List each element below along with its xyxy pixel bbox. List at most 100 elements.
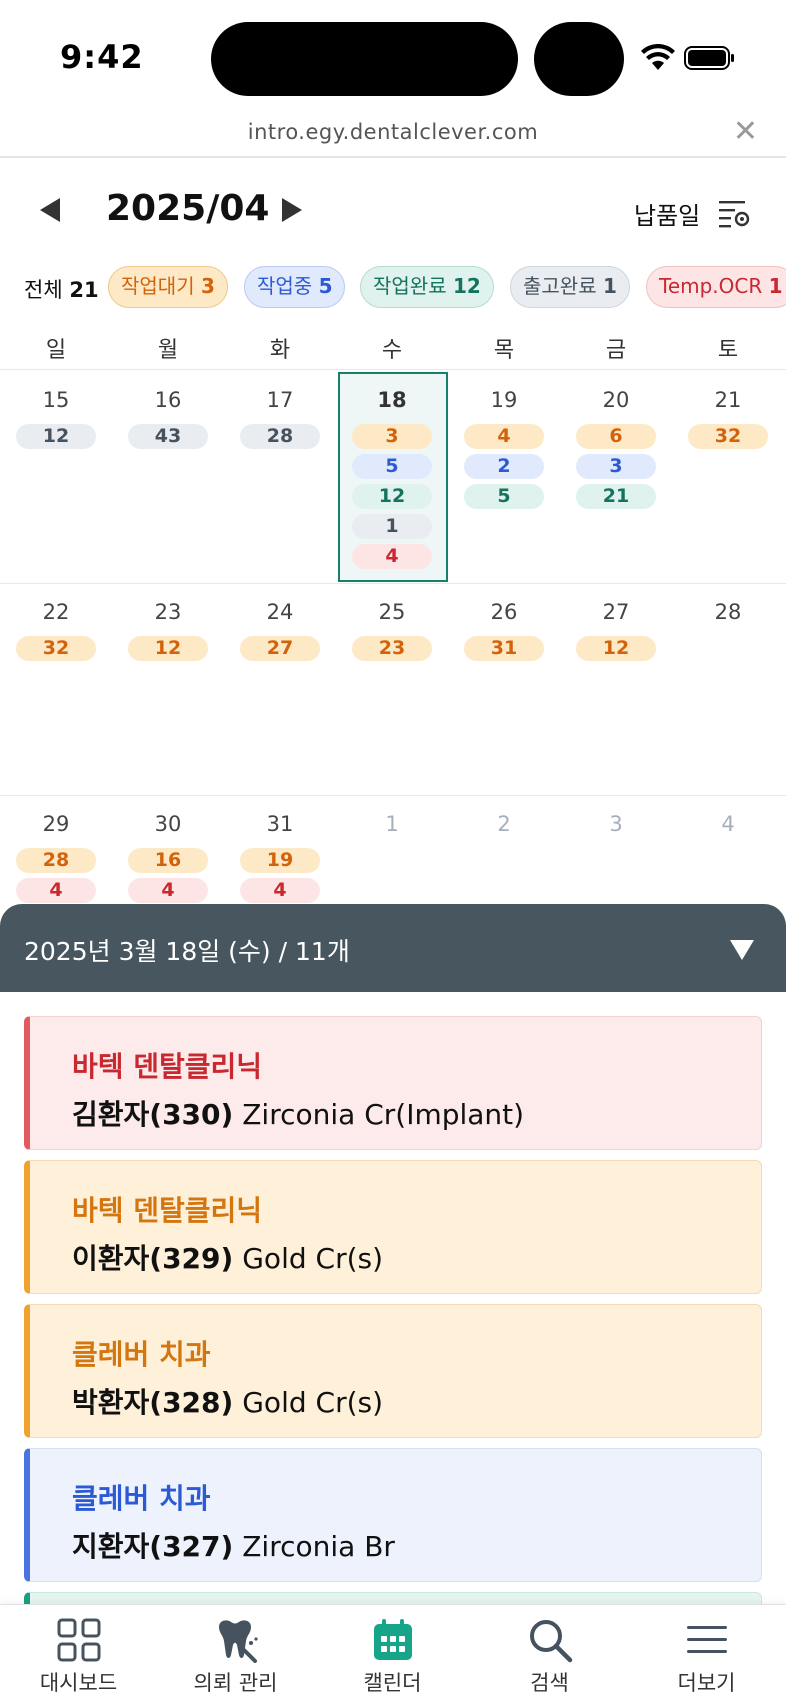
month-title: 2025/04 <box>106 188 270 229</box>
calendar-day-cell[interactable]: 22 32 <box>0 584 112 796</box>
order-clinic: 바텍 덴탈클리닉 <box>72 1050 263 1083</box>
next-month-icon[interactable] <box>282 198 302 222</box>
chip-in-progress[interactable]: 작업중 5 <box>244 266 346 308</box>
order-card[interactable]: 클레버 치과 지환자(327) Zirconia Br <box>24 1448 762 1582</box>
search-icon <box>530 1620 573 1663</box>
chip-label: 작업완료 <box>373 274 447 298</box>
day-count-badge: 27 <box>240 636 320 661</box>
weekday-mon: 월 <box>157 338 179 363</box>
menu-icon <box>687 1626 727 1653</box>
tab-requests[interactable]: 의뢰 관리 <box>157 1605 314 1704</box>
day-count-badge: 32 <box>16 636 96 661</box>
calendar-day-cell[interactable]: 24 27 <box>224 584 336 796</box>
calendar-day-cell[interactable]: 25 23 <box>336 584 448 796</box>
calendar-week: 22 32 23 12 24 27 25 23 26 31 27 12 28 <box>0 584 786 796</box>
chip-completed[interactable]: 작업완료 12 <box>360 266 494 308</box>
day-count-badge: 12 <box>16 424 96 449</box>
day-number: 29 <box>42 812 70 836</box>
collapse-triangle-icon[interactable] <box>730 940 754 960</box>
calendar-day-cell[interactable]: 20 6 3 21 <box>560 372 672 584</box>
day-count-badge: 19 <box>240 848 320 873</box>
calendar-day-cell[interactable]: 27 12 <box>560 584 672 796</box>
filter-settings-icon[interactable] <box>718 198 752 228</box>
camera-island <box>534 22 624 96</box>
tab-more[interactable]: 더보기 <box>628 1605 785 1704</box>
tab-label: 더보기 <box>677 1671 736 1695</box>
calendar-day-cell[interactable]: 19 4 2 5 <box>448 372 560 584</box>
day-count-badge: 1 <box>352 514 432 539</box>
day-number: 18 <box>377 388 407 412</box>
day-count-badge: 4 <box>128 878 208 903</box>
chip-count: 12 <box>452 274 481 298</box>
calendar-day-cell[interactable]: 16 43 <box>112 372 224 584</box>
day-number: 21 <box>714 388 742 412</box>
chip-shipped[interactable]: 출고완료 1 <box>510 266 630 308</box>
chip-total[interactable]: 전체 21 <box>24 274 99 304</box>
chip-total-label: 전체 <box>24 278 63 302</box>
calendar-day-cell[interactable]: 21 32 <box>672 372 784 584</box>
chip-temp-ocr[interactable]: Temp.OCR 1 <box>646 266 786 308</box>
order-list: 바텍 덴탈클리닉 김환자(330) Zirconia Cr(Implant) 바… <box>0 992 786 1604</box>
order-card[interactable]: 바텍 덴탈클리닉 이환자(329) Gold Cr(s) <box>24 1160 762 1294</box>
bottom-tab-bar: 대시보드 의뢰 관리 캘린더 검색 더보기 <box>0 1604 786 1704</box>
day-number: 25 <box>378 600 406 624</box>
day-number: 30 <box>154 812 182 836</box>
weekday-sat: 토 <box>717 338 739 363</box>
order-card[interactable]: 클레버 치과 박환자(328) Gold Cr(s) <box>24 1304 762 1438</box>
selected-day-sheet-header[interactable]: 2025년 3월 18일 (수) / 11개 <box>0 904 786 992</box>
order-item: Zirconia Cr(Implant) <box>242 1098 525 1131</box>
day-number: 19 <box>490 388 518 412</box>
chip-count: 3 <box>200 274 215 298</box>
tab-label: 검색 <box>530 1671 569 1695</box>
tab-calendar[interactable]: 캘린더 <box>314 1605 471 1704</box>
url-text: intro.egy.dentalclever.com <box>247 120 539 144</box>
chip-waiting[interactable]: 작업대기 3 <box>108 266 228 308</box>
calendar-day-cell[interactable]: 28 <box>672 584 784 796</box>
wifi-icon <box>641 44 675 70</box>
calendar-day-cell[interactable]: 17 28 <box>224 372 336 584</box>
order-item: Gold Cr(s) <box>242 1386 384 1419</box>
weekday-sun: 일 <box>45 338 67 363</box>
order-patient: 박환자(328) <box>72 1386 234 1419</box>
day-number: 27 <box>602 600 630 624</box>
day-count-badge: 43 <box>128 424 208 449</box>
calendar-day-cell[interactable]: 26 31 <box>448 584 560 796</box>
weekday-wed: 수 <box>381 338 403 363</box>
order-card[interactable] <box>24 1592 762 1604</box>
weekday-tue: 화 <box>269 338 291 363</box>
date-type-label[interactable]: 납품일 <box>634 196 700 231</box>
tab-dashboard[interactable]: 대시보드 <box>0 1605 157 1704</box>
day-number: 24 <box>266 600 294 624</box>
order-detail: 김환자(330) Zirconia Cr(Implant) <box>72 1093 524 1133</box>
prev-month-icon[interactable] <box>40 198 60 222</box>
day-count-badge: 12 <box>128 636 208 661</box>
chip-label: 출고완료 <box>523 274 597 298</box>
day-count-badge: 5 <box>352 454 432 479</box>
chip-label: 작업중 <box>257 274 313 298</box>
month-header: 2025/04 납품일 <box>0 180 786 244</box>
order-patient: 이환자(329) <box>72 1242 234 1275</box>
calendar-day-cell[interactable]: 23 12 <box>112 584 224 796</box>
close-icon[interactable]: ✕ <box>733 114 758 149</box>
day-number: 2 <box>497 812 511 836</box>
chip-count: 1 <box>768 274 783 298</box>
tab-label: 캘린더 <box>363 1671 422 1695</box>
order-patient: 김환자(330) <box>72 1098 234 1131</box>
day-number: 20 <box>602 388 630 412</box>
calendar-day-cell[interactable]: 18 3 5 12 1 4 <box>336 372 448 584</box>
day-count-badge: 31 <box>464 636 544 661</box>
day-number: 31 <box>266 812 294 836</box>
calendar-day-cell[interactable]: 15 12 <box>0 372 112 584</box>
battery-icon <box>684 46 734 70</box>
day-count-badge: 3 <box>352 424 432 449</box>
day-number: 23 <box>154 600 182 624</box>
day-number: 28 <box>714 600 742 624</box>
day-count-badge: 28 <box>16 848 96 873</box>
calendar-week: 15 12 16 43 17 28 18 3 5 12 1 4 19 4 2 5 20 6 3 21 21 32 <box>0 372 786 584</box>
weekday-fri: 금 <box>605 338 627 363</box>
day-number: 22 <box>42 600 70 624</box>
tab-search[interactable]: 검색 <box>471 1605 628 1704</box>
day-number: 15 <box>42 388 70 412</box>
status-time: 9:42 <box>60 38 144 76</box>
order-card[interactable]: 바텍 덴탈클리닉 김환자(330) Zirconia Cr(Implant) <box>24 1016 762 1150</box>
